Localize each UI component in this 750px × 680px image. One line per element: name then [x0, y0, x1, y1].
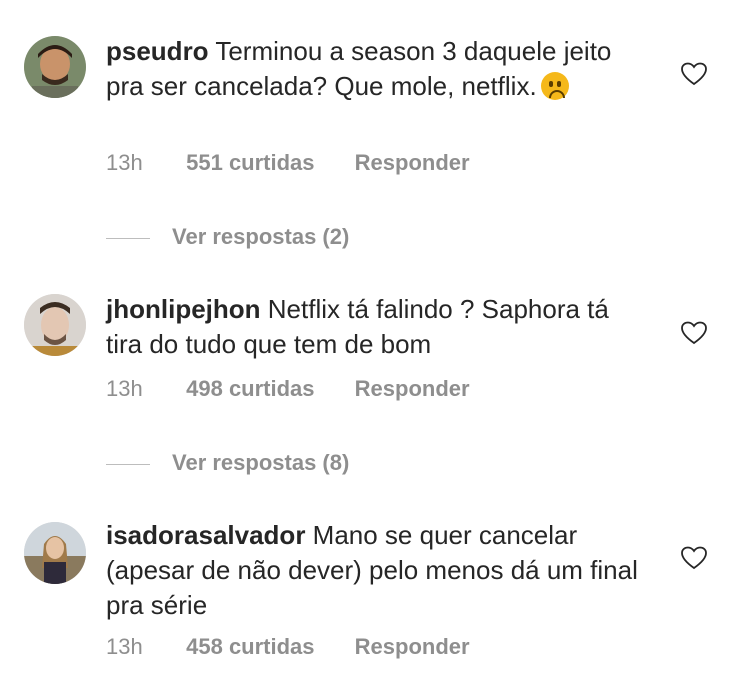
reply-button[interactable]: Responder — [355, 376, 470, 402]
reply-button[interactable]: Responder — [355, 150, 470, 176]
view-replies-label: Ver respostas (8) — [172, 450, 350, 475]
like-count[interactable]: 458 curtidas — [186, 634, 314, 660]
view-replies-label: Ver respostas (2) — [172, 224, 350, 249]
heart-outline-icon[interactable] — [681, 62, 707, 86]
username[interactable]: isadorasalvador — [106, 520, 305, 550]
comment-meta: 13h 498 curtidas Responder — [106, 376, 470, 402]
heart-outline-icon[interactable] — [681, 546, 707, 570]
comment-meta: 13h 551 curtidas Responder — [106, 150, 470, 176]
comment-time: 13h — [106, 376, 143, 401]
heart-outline-icon[interactable] — [681, 321, 707, 345]
divider — [106, 237, 150, 239]
avatar[interactable] — [24, 522, 86, 584]
divider — [106, 463, 150, 465]
reply-button[interactable]: Responder — [355, 634, 470, 660]
comment-meta: 13h 458 curtidas Responder — [106, 634, 470, 660]
view-replies-button[interactable]: Ver respostas (8) — [106, 450, 349, 476]
like-count[interactable]: 498 curtidas — [186, 376, 314, 402]
like-count[interactable]: 551 curtidas — [186, 150, 314, 176]
comment-text: jhonlipejhon Netflix tá falindo ? Saphor… — [106, 292, 646, 362]
view-replies-button[interactable]: Ver respostas (2) — [106, 224, 349, 250]
username[interactable]: jhonlipejhon — [106, 294, 261, 324]
comment-text: isadorasalvador Mano se quer cancelar (a… — [106, 518, 646, 623]
username[interactable]: pseudro — [106, 36, 209, 66]
comment-time: 13h — [106, 150, 143, 175]
avatar[interactable] — [24, 294, 86, 356]
avatar[interactable] — [24, 36, 86, 98]
comment-text: pseudro Terminou a season 3 daquele jeit… — [106, 34, 646, 104]
comment-time: 13h — [106, 634, 143, 659]
frowning-face-emoji-icon — [540, 72, 569, 100]
